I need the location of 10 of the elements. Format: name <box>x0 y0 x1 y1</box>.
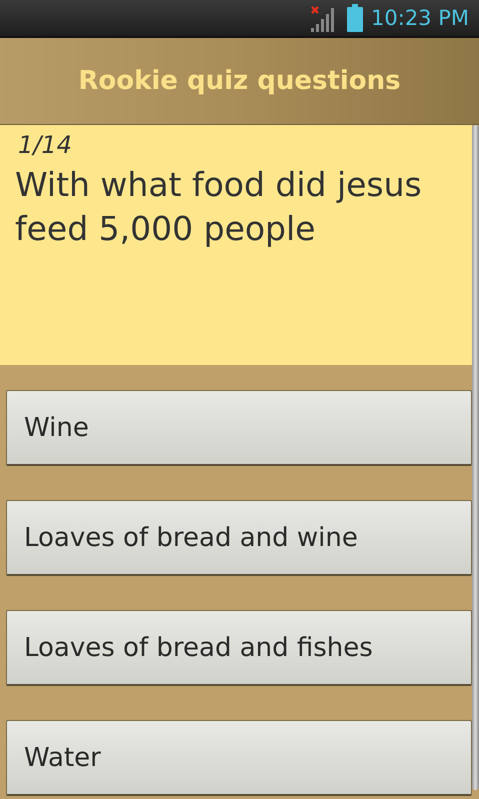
answer-button[interactable]: Wine <box>6 390 472 466</box>
scrollbar[interactable] <box>472 125 479 790</box>
battery-icon <box>347 4 364 32</box>
question-text: With what food did jesus feed 5,000 people <box>15 164 423 250</box>
answer-button[interactable]: Water <box>6 720 472 796</box>
question-counter: 1/14 <box>18 131 73 159</box>
answer-button[interactable]: Loaves of bread and wine <box>6 500 472 576</box>
clock-time: 10:23 PM <box>371 6 469 30</box>
answer-button[interactable]: Loaves of bread and fishes <box>6 610 472 686</box>
screen-title: Rookie quiz questions <box>78 66 401 96</box>
